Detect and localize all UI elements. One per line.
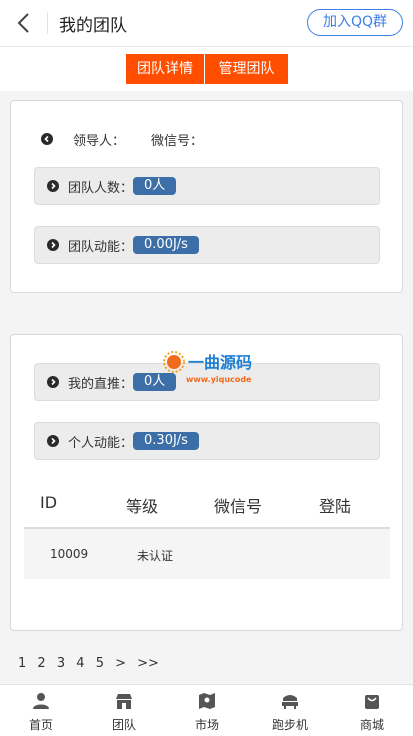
sun-logo-icon: 一曲源码 www.yiqucode.com [163,351,273,384]
wechat-label: 微信号： [151,133,204,149]
personal-power-label: 个人动能： [68,435,134,451]
team-member-count-row: 团队人数： 0人 [34,167,380,205]
bottom-nav: 首页 团队 市场 跑步机 商城 [0,684,413,736]
shopping-bag-icon [365,695,379,709]
column-header-id: ID [40,493,58,512]
tabs-bar: 团队详情 管理团队 [0,47,413,91]
nav-home-label: 首页 [28,718,53,732]
nav-market[interactable]: 市场 [166,685,248,736]
member-count-badge: 0人 [133,177,177,195]
page-4-link[interactable]: 4 [76,656,84,671]
last-page-link[interactable]: >> [137,656,159,671]
cell-level: 未认证 [137,549,174,563]
nav-team-label: 团队 [111,718,136,732]
table-row: 10009 未认证 [24,529,390,579]
svg-text:www.yiqucode.com: www.yiqucode.com [186,375,252,384]
back-arrow-icon[interactable] [14,11,34,35]
page-1-link[interactable]: 1 [18,656,26,671]
nav-shop-label: 商城 [359,718,384,732]
store-icon [116,694,132,709]
leader-label: 领导人： [73,133,126,149]
team-power-label: 团队动能： [68,239,134,255]
column-header-login: 登陆 [319,497,352,516]
svg-text:一曲源码: 一曲源码 [188,353,252,372]
nav-treadmill[interactable]: 跑步机 [249,685,331,736]
personal-power-badge: 0.30J/s [133,432,199,450]
nav-team[interactable]: 团队 [83,685,165,736]
team-power-badge: 0.00J/s [133,236,199,254]
join-qq-group-button[interactable]: 加入QQ群 [307,9,403,36]
next-page-link[interactable]: > [115,656,126,671]
column-header-level: 等级 [126,497,159,516]
cell-id: 10009 [50,547,89,561]
member-count-label: 团队人数： [68,180,134,196]
app-header: 我的团队 加入QQ群 [0,0,413,47]
table-header: ID 等级 微信号 登陆 [24,487,390,529]
tab-team-details[interactable]: 团队详情 [126,54,204,84]
chevron-left-circle-icon [41,133,53,145]
pagination: 1 2 3 4 5 > >> [18,656,166,671]
nav-home[interactable]: 首页 [0,685,82,736]
tab-manage-team[interactable]: 管理团队 [205,54,288,84]
chevron-right-circle-icon [47,180,59,192]
team-power-row: 团队动能： 0.00J/s [34,226,380,264]
chevron-right-circle-icon [47,376,59,388]
page-2-link[interactable]: 2 [37,656,45,671]
chevron-right-circle-icon [47,239,59,251]
map-icon [199,693,215,709]
treadmill-icon [282,695,298,709]
nav-shop[interactable]: 商城 [331,685,413,736]
personal-power-row: 个人动能： 0.30J/s [34,422,380,460]
page-title: 我的团队 [59,16,127,36]
nav-market-label: 市场 [194,718,219,732]
page-5-link[interactable]: 5 [96,656,104,671]
column-header-wechat: 微信号 [214,497,263,516]
page-3-link[interactable]: 3 [57,656,65,671]
direct-referral-label: 我的直推： [68,376,134,392]
header-divider [47,12,48,34]
chevron-right-circle-icon [47,435,59,447]
watermark-logo: 一曲源码 www.yiqucode.com [162,348,273,388]
team-info-card: 领导人： 微信号： 团队人数： 0人 团队动能： 0.00J/s [10,100,403,293]
leader-row: 领导人： 微信号： [41,129,203,149]
nav-treadmill-label: 跑步机 [271,718,308,732]
person-icon [33,693,49,709]
